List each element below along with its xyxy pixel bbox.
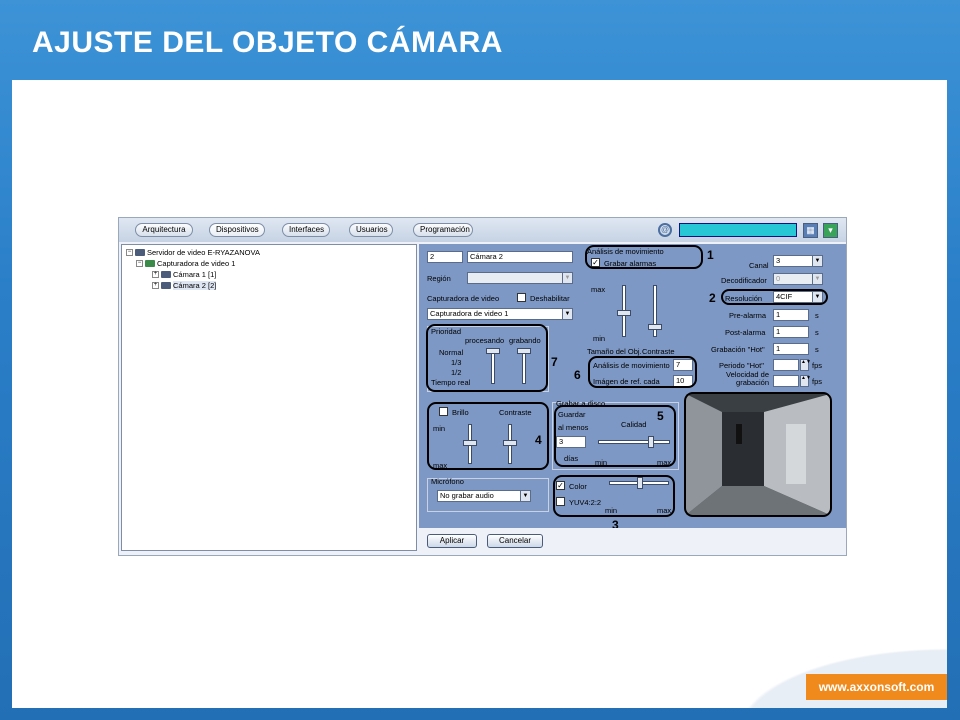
expand-icon[interactable]: + — [152, 270, 159, 278]
post-alarm-label: Post-alarma — [725, 328, 766, 337]
post-alarm-unit: s — [815, 328, 819, 337]
chevron-down-icon: ▼ — [812, 256, 822, 266]
chevron-down-icon: ▼ — [562, 273, 572, 283]
tab-dispositivos[interactable]: Dispositivos — [209, 223, 265, 237]
collapse-icon[interactable]: − — [136, 259, 143, 267]
capture-select[interactable]: Capturadora de video 1 ▼ — [427, 308, 573, 320]
capture-label: Capturadora de video — [427, 294, 500, 303]
annotation-1: 1 — [707, 248, 714, 262]
pre-alarm-field[interactable]: 1 — [773, 309, 809, 321]
app-window: Arquitectura Dispositivos Interfaces Usu… — [118, 217, 847, 556]
microphone-select[interactable]: No grabar audio ▼ — [437, 490, 531, 502]
channel-select[interactable]: 3 ▼ — [773, 255, 823, 267]
annotation-4: 4 — [535, 433, 542, 447]
brand-label: www.axxonsoft.com — [806, 674, 947, 700]
chevron-down-icon: ▼ — [520, 491, 530, 501]
disable-label: Deshabilitar — [530, 294, 570, 303]
dropdown-icon[interactable]: ▾ — [823, 223, 838, 238]
motion-contrast-label: Contraste — [642, 347, 675, 356]
channel-label: Canal — [749, 261, 769, 270]
tree-item-capture[interactable]: − Capturadora de video 1 — [136, 258, 235, 268]
disable-checkbox[interactable] — [517, 293, 526, 302]
hot-period-spinner[interactable]: ▲▼ — [800, 359, 811, 371]
obj-size-label: Tamaño del Obj. — [587, 347, 642, 356]
chevron-down-icon: ▼ — [562, 309, 572, 319]
cancel-button[interactable]: Cancelar — [487, 534, 543, 548]
tab-usuarios[interactable]: Usuarios — [349, 223, 393, 237]
motion-min: min — [593, 334, 606, 343]
tab-interfaces[interactable]: Interfaces — [282, 223, 330, 237]
apply-button[interactable]: Aplicar — [427, 534, 477, 548]
post-alarm-field[interactable]: 1 — [773, 326, 809, 338]
hot-period-label: Periodo "Hot" — [719, 361, 764, 370]
camera-id-field[interactable]: 2 — [427, 251, 463, 263]
annotation-4-box — [427, 402, 549, 470]
collapse-icon[interactable]: − — [126, 248, 133, 256]
grid-icon[interactable]: ▦ — [803, 223, 818, 238]
annotation-preview-box — [684, 392, 832, 517]
tab-bar: Arquitectura Dispositivos Interfaces Usu… — [119, 218, 846, 242]
annotation-2: 2 — [709, 291, 716, 305]
annotation-7: 7 — [551, 355, 558, 369]
camera-icon — [161, 281, 171, 289]
rec-speed-spinner[interactable]: ▲▼ — [800, 375, 811, 387]
annotation-6-box — [588, 356, 697, 388]
motion-contrast-thumb[interactable] — [648, 324, 662, 330]
device-tree: − Servidor de video E-RYAZANOVA − Captur… — [121, 244, 417, 551]
motion-max: max — [591, 285, 606, 294]
microphone-title: Micrófono — [431, 477, 464, 486]
camera-name-field[interactable]: Cámara 2 — [467, 251, 573, 263]
slide-title: AJUSTE DEL OBJETO CÁMARA — [32, 26, 503, 59]
hot-rec-unit: s — [815, 345, 819, 354]
expand-icon[interactable]: + — [152, 281, 159, 289]
pre-alarm-label: Pre-alarma — [729, 311, 767, 320]
bottom-bar: Aplicar Cancelar — [419, 528, 846, 555]
tree-item-server[interactable]: − Servidor de video E-RYAZANOVA — [126, 247, 260, 257]
annotation-6: 6 — [574, 368, 581, 382]
tab-arquitectura[interactable]: Arquitectura — [135, 223, 193, 237]
hot-rec-field[interactable]: 1 — [773, 343, 809, 355]
tree-item-camera-1[interactable]: + Cámara 1 [1] — [152, 269, 216, 279]
chevron-down-icon: ▼ — [812, 274, 822, 284]
camera-icon — [161, 270, 171, 278]
rec-speed-unit: fps — [812, 377, 823, 386]
obj-size-thumb[interactable] — [617, 310, 631, 316]
search-input[interactable] — [679, 223, 797, 237]
region-label: Región — [427, 274, 451, 283]
region-select[interactable]: ▼ — [467, 272, 573, 284]
hot-rec-label: Grabación "Hot" — [711, 345, 765, 354]
rec-speed-field[interactable] — [773, 375, 799, 387]
tree-item-camera-2[interactable]: + Cámara 2 [2] — [152, 280, 217, 290]
server-icon — [135, 248, 145, 256]
decoder-select[interactable]: 0 ▼ — [773, 273, 823, 285]
hot-period-field[interactable] — [773, 359, 799, 371]
rec-speed-label: Velocidad de grabación — [726, 370, 769, 387]
annotation-2-box — [721, 289, 828, 305]
annotation-1-box — [585, 245, 703, 269]
decoder-label: Decodificador — [721, 276, 767, 285]
tab-programacion[interactable]: Programación — [413, 223, 473, 237]
annotation-3-box — [553, 475, 675, 517]
swirl-icon[interactable]: @ — [658, 223, 672, 237]
capture-card-icon — [145, 259, 155, 267]
annotation-5: 5 — [657, 409, 664, 423]
annotation-7-box — [426, 324, 548, 392]
hot-period-unit: fps — [812, 361, 823, 370]
pre-alarm-unit: s — [815, 311, 819, 320]
